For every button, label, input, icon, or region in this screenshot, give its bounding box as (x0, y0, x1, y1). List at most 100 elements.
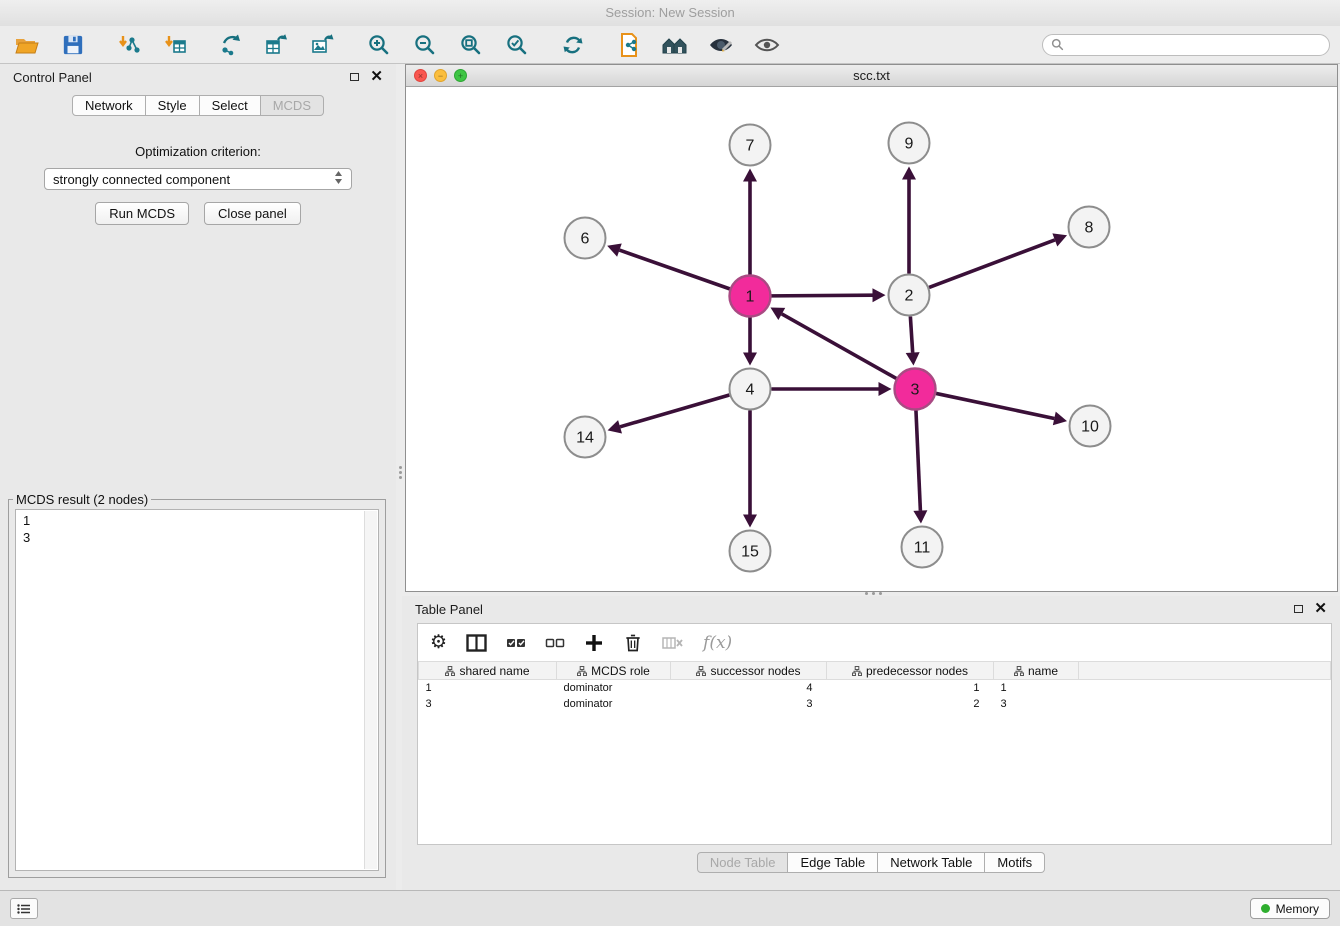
zoom-fit-button[interactable] (454, 29, 488, 61)
network-node-11[interactable]: 11 (902, 527, 943, 568)
tab-select[interactable]: Select (200, 95, 261, 116)
tab-edge-table[interactable]: Edge Table (788, 852, 878, 873)
eye-icon (754, 34, 780, 56)
column-header-label: successor nodes (710, 664, 800, 678)
splitter-handle-icon (865, 592, 882, 595)
tab-network-table[interactable]: Network Table (878, 852, 985, 873)
svg-text:10: 10 (1081, 419, 1099, 436)
network-node-1[interactable]: 1 (730, 276, 771, 317)
import-network-button[interactable] (112, 29, 146, 61)
column-header[interactable]: shared name (419, 662, 557, 680)
search-input[interactable] (1069, 36, 1321, 53)
export-table-button[interactable] (260, 29, 294, 61)
run-mcds-button[interactable]: Run MCDS (95, 202, 189, 225)
svg-text:2: 2 (905, 288, 914, 305)
export-image-button[interactable] (306, 29, 340, 61)
zoom-out-button[interactable] (408, 29, 442, 61)
network-edge[interactable] (929, 240, 1055, 288)
tab-mcds[interactable]: MCDS (261, 95, 324, 116)
svg-text:3: 3 (911, 382, 920, 399)
table-settings-gear-icon[interactable]: ⚙ (430, 633, 447, 653)
table-cell[interactable]: 1 (419, 680, 557, 696)
minimize-window-icon[interactable]: − (434, 69, 447, 82)
table-cell[interactable]: 3 (419, 696, 557, 712)
table-cell[interactable]: 3 (671, 696, 827, 712)
zoom-in-button[interactable] (362, 29, 396, 61)
network-edge[interactable] (916, 410, 920, 510)
table-cell[interactable] (1079, 696, 1331, 712)
table-cell[interactable]: dominator (557, 696, 671, 712)
table-cell[interactable]: 1 (994, 680, 1079, 696)
tab-style[interactable]: Style (146, 95, 200, 116)
network-edge[interactable] (936, 393, 1054, 418)
mcds-result-content[interactable]: 1 3 (15, 509, 379, 871)
save-session-button[interactable] (56, 29, 90, 61)
float-panel-icon[interactable] (350, 73, 359, 81)
refresh-button[interactable] (556, 29, 590, 61)
network-node-10[interactable]: 10 (1070, 406, 1111, 447)
table-cell[interactable]: 1 (827, 680, 994, 696)
zoom-in-icon (367, 33, 391, 57)
network-edge[interactable] (782, 314, 896, 379)
network-node-3[interactable]: 3 (895, 369, 936, 410)
home-button[interactable] (658, 29, 692, 61)
search-field[interactable] (1042, 34, 1330, 56)
network-node-9[interactable]: 9 (889, 123, 930, 164)
criterion-select[interactable]: strongly connected component (44, 168, 352, 190)
table-cell[interactable]: dominator (557, 680, 671, 696)
style-edit-button[interactable] (704, 29, 738, 61)
select-all-icon[interactable] (506, 635, 526, 651)
network-canvas[interactable]: 7 9 6 8 1 2 4 3 14 10 15 11 (406, 87, 1337, 591)
open-session-button[interactable] (10, 29, 44, 61)
criterion-value: strongly connected component (53, 172, 230, 187)
column-header[interactable]: MCDS role (557, 662, 671, 680)
table-cell[interactable]: 4 (671, 680, 827, 696)
column-view-icon[interactable] (466, 634, 487, 652)
edge-arrowhead-icon (743, 353, 757, 366)
export-network-button[interactable] (214, 29, 248, 61)
network-node-7[interactable]: 7 (730, 125, 771, 166)
network-node-6[interactable]: 6 (565, 218, 606, 259)
deselect-all-icon[interactable] (545, 635, 565, 651)
close-panel-icon[interactable]: ✕ (370, 72, 383, 82)
zoom-fit-icon (459, 33, 483, 57)
memory-button[interactable]: Memory (1250, 898, 1330, 919)
tab-motifs[interactable]: Motifs (985, 852, 1045, 873)
task-history-button[interactable] (10, 898, 38, 919)
delete-row-trash-icon[interactable] (623, 633, 643, 653)
close-window-icon[interactable]: × (414, 69, 427, 82)
column-header[interactable]: successor nodes (671, 662, 827, 680)
network-edge[interactable] (619, 250, 729, 289)
column-header[interactable]: predecessor nodes (827, 662, 994, 680)
import-table-button[interactable] (158, 29, 192, 61)
table-cell[interactable]: 3 (994, 696, 1079, 712)
network-node-15[interactable]: 15 (730, 531, 771, 572)
network-edge[interactable] (620, 395, 729, 427)
eye-button[interactable] (750, 29, 784, 61)
memory-status-icon (1261, 904, 1270, 913)
network-edge[interactable] (771, 295, 872, 296)
close-panel-button[interactable]: Close panel (204, 202, 301, 225)
float-table-panel-icon[interactable] (1294, 605, 1303, 613)
maximize-window-icon[interactable]: + (454, 69, 467, 82)
import-table-icon (163, 33, 187, 57)
close-table-panel-icon[interactable]: ✕ (1314, 604, 1327, 614)
tab-node-table[interactable]: Node Table (697, 852, 789, 873)
table-row[interactable]: 3dominator323 (419, 696, 1331, 712)
column-header[interactable]: name (994, 662, 1079, 680)
share-network-button[interactable] (612, 29, 646, 61)
column-edit-icon (445, 666, 455, 676)
table-cell[interactable] (1079, 680, 1331, 696)
tab-network[interactable]: Network (72, 95, 146, 116)
add-row-icon[interactable] (584, 633, 604, 653)
table-cell[interactable]: 2 (827, 696, 994, 712)
network-graph[interactable]: 7 9 6 8 1 2 4 3 14 10 15 11 (406, 87, 1337, 591)
network-edge[interactable] (910, 316, 912, 352)
zoom-selected-button[interactable] (500, 29, 534, 61)
network-node-2[interactable]: 2 (889, 275, 930, 316)
network-node-4[interactable]: 4 (730, 369, 771, 410)
result-scrollbar[interactable] (364, 511, 377, 869)
network-node-14[interactable]: 14 (565, 417, 606, 458)
table-row[interactable]: 1dominator411 (419, 680, 1331, 696)
network-node-8[interactable]: 8 (1069, 207, 1110, 248)
